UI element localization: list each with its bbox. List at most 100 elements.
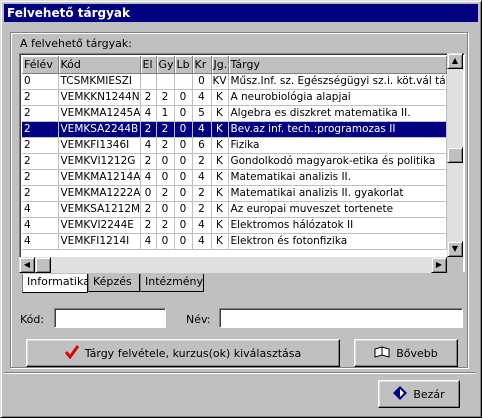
close-label: Bezár <box>413 387 445 401</box>
table-cell: 0 <box>174 201 193 218</box>
table-cell: 4 <box>22 201 59 218</box>
table-cell: 4 <box>192 169 212 186</box>
table-row[interactable]: 2 VEMKMA1222A 0 2 0 2 K Matematikai analizis II… <box>22 185 447 202</box>
table-cell: VEMKVI2244E <box>58 217 141 234</box>
table-cell: 2 <box>22 89 59 106</box>
table-cell: Elektromos hálózatok II <box>228 217 447 234</box>
column-header[interactable]: Gy <box>156 56 175 74</box>
table-cell: 2 <box>22 121 59 138</box>
table-cell: K <box>211 169 229 186</box>
table-row[interactable]: 2 VEMKFI1346I 4 2 0 6 K Fizika <box>22 137 447 154</box>
table-cell: 4 <box>192 89 212 106</box>
table-row[interactable]: 4 VEMKFI1214I 4 0 0 4 K Elektron és fotonfizika <box>22 233 447 250</box>
table-cell: 0 <box>140 185 157 202</box>
table-row[interactable]: 2 VEMKMA1214A 4 0 0 4 K Matematikai analizis II… <box>22 169 447 186</box>
table-row[interactable]: 2 VEMKKN1244N 2 2 0 4 K A neurobiológia alapjai <box>22 89 447 106</box>
table-cell: Fizika <box>228 137 447 154</box>
table-cell: 4 <box>22 217 59 234</box>
kod-input[interactable] <box>54 308 166 328</box>
table-cell: 2 <box>156 185 175 202</box>
table-cell: 2 <box>22 153 59 170</box>
table-cell <box>140 73 157 90</box>
tab-label: Képzés <box>93 275 132 288</box>
tab-kepzes[interactable]: Képzés <box>88 274 140 292</box>
checkmark-icon <box>64 344 79 362</box>
courses-list[interactable]: Félév Kód El Gy Lb Kr Jg. Tárgy 0 TCSMKMIESZI 0 K V… <box>19 53 465 272</box>
table-cell: K <box>211 217 229 234</box>
table-cell: 4 <box>140 137 157 154</box>
vertical-scroll-thumb[interactable] <box>447 147 463 163</box>
table-cell: K <box>211 185 229 202</box>
table-cell: VEMKSA2244B <box>58 121 141 138</box>
table-cell: 4 <box>192 121 212 138</box>
scroll-right-icon[interactable]: ▶ <box>431 257 447 273</box>
table-cell: 0 <box>174 121 193 138</box>
table-cell: 2 <box>156 89 175 106</box>
more-details-button[interactable]: Bővebb <box>354 339 458 367</box>
scroll-down-icon[interactable]: ▼ <box>447 241 463 257</box>
more-details-label: Bővebb <box>396 346 438 360</box>
table-cell: 0 <box>174 105 193 122</box>
table-cell: 4 <box>140 169 157 186</box>
table-cell: 0 <box>174 233 193 250</box>
table-cell: 2 <box>192 201 212 218</box>
column-header[interactable]: Kód <box>58 56 141 74</box>
column-header[interactable]: Félév <box>22 56 59 74</box>
table-row[interactable]: 2 VEMKSA2244B 2 2 0 4 K Bev.az inf. tech.:progr… <box>22 121 447 138</box>
table-cell: K <box>211 201 229 218</box>
table-cell: 2 <box>140 217 157 234</box>
table-cell: 2 <box>140 153 157 170</box>
table-cell: Algebra es diszkret matematika II. <box>228 105 447 122</box>
scroll-left-icon[interactable]: ◀ <box>19 257 35 273</box>
add-course-button[interactable]: Tárgy felvétele, kurzus(ok) kiválasztása <box>26 339 340 367</box>
table-cell: VEMKMA1245A <box>58 105 141 122</box>
table-cell: 2 <box>22 105 59 122</box>
table-cell: 2 <box>22 185 59 202</box>
table-row[interactable]: 2 VEMKVI1212G 2 0 0 2 K Gondolkodó magyarok-eti… <box>22 153 447 170</box>
horizontal-scrollbar[interactable]: ◀ ▶ <box>19 257 447 273</box>
table-row[interactable]: 0 TCSMKMIESZI 0 KV Műsz.Inf. sz. Egészségügy… <box>22 73 447 90</box>
table-cell: 1 <box>156 105 175 122</box>
window-title: Felvehető tárgyak <box>4 4 478 22</box>
table-row[interactable]: 4 VEMKSA1212M 2 0 0 2 K Az europai muveszet tor… <box>22 201 447 218</box>
tab-informatika[interactable]: Informatika <box>22 274 90 293</box>
column-header[interactable]: Lb <box>174 56 193 74</box>
table-cell: Gondolkodó magyarok-etika és politika <box>228 153 447 170</box>
table-cell: VEMKSA1212M <box>58 201 141 218</box>
table-row[interactable]: 4 VEMKVI2244E 2 2 0 4 K Elektromos hálózatok II <box>22 217 447 234</box>
column-header[interactable]: Kr <box>192 56 212 74</box>
table-cell: 2 <box>192 185 212 202</box>
table-cell: 4 <box>192 217 212 234</box>
horizontal-scroll-thumb[interactable] <box>35 257 51 273</box>
table-row[interactable]: 2 VEMKMA1245A 4 1 0 5 K Algebra es diszkret mat… <box>22 105 447 122</box>
table-cell: 0 <box>156 201 175 218</box>
table-cell: 2 <box>140 121 157 138</box>
table-cell: 2 <box>22 137 59 154</box>
table-cell: Műsz.Inf. sz. Egészségügyi sz.i. köt.vál… <box>228 73 447 90</box>
table-cell: K <box>211 153 229 170</box>
table-cell: 0 <box>174 217 193 234</box>
close-button[interactable]: Bezár <box>378 380 460 408</box>
table-cell: K <box>211 121 229 138</box>
scroll-up-icon[interactable]: ▲ <box>447 53 463 69</box>
column-header[interactable]: El <box>140 56 157 74</box>
column-header[interactable]: Jg. <box>211 56 229 74</box>
table-cell: Bev.az inf. tech.:programozas II <box>228 121 447 138</box>
tab-intezmeny[interactable]: Intézmény <box>140 274 204 292</box>
bottom-separator <box>4 372 476 374</box>
table-cell: 6 <box>192 137 212 154</box>
table-cell: VEMKMA1222A <box>58 185 141 202</box>
vertical-scrollbar[interactable]: ▲ ▼ <box>447 53 463 257</box>
table-cell: 5 <box>192 105 212 122</box>
table-cell: TCSMKMIESZI <box>58 73 141 90</box>
table-cell: 0 <box>192 73 212 90</box>
table-cell: VEMKMA1214A <box>58 169 141 186</box>
courses-table: Félév Kód El Gy Lb Kr Jg. Tárgy 0 TCSMKMIESZI 0 K V… <box>22 56 447 250</box>
table-cell: 4 <box>192 233 212 250</box>
nev-label: Név: <box>186 313 211 326</box>
column-header[interactable]: Tárgy <box>228 56 447 74</box>
table-cell: A neurobiológia alapjai <box>228 89 447 106</box>
nev-input[interactable] <box>219 308 463 328</box>
table-cell: 0 <box>174 89 193 106</box>
table-cell <box>156 73 175 90</box>
